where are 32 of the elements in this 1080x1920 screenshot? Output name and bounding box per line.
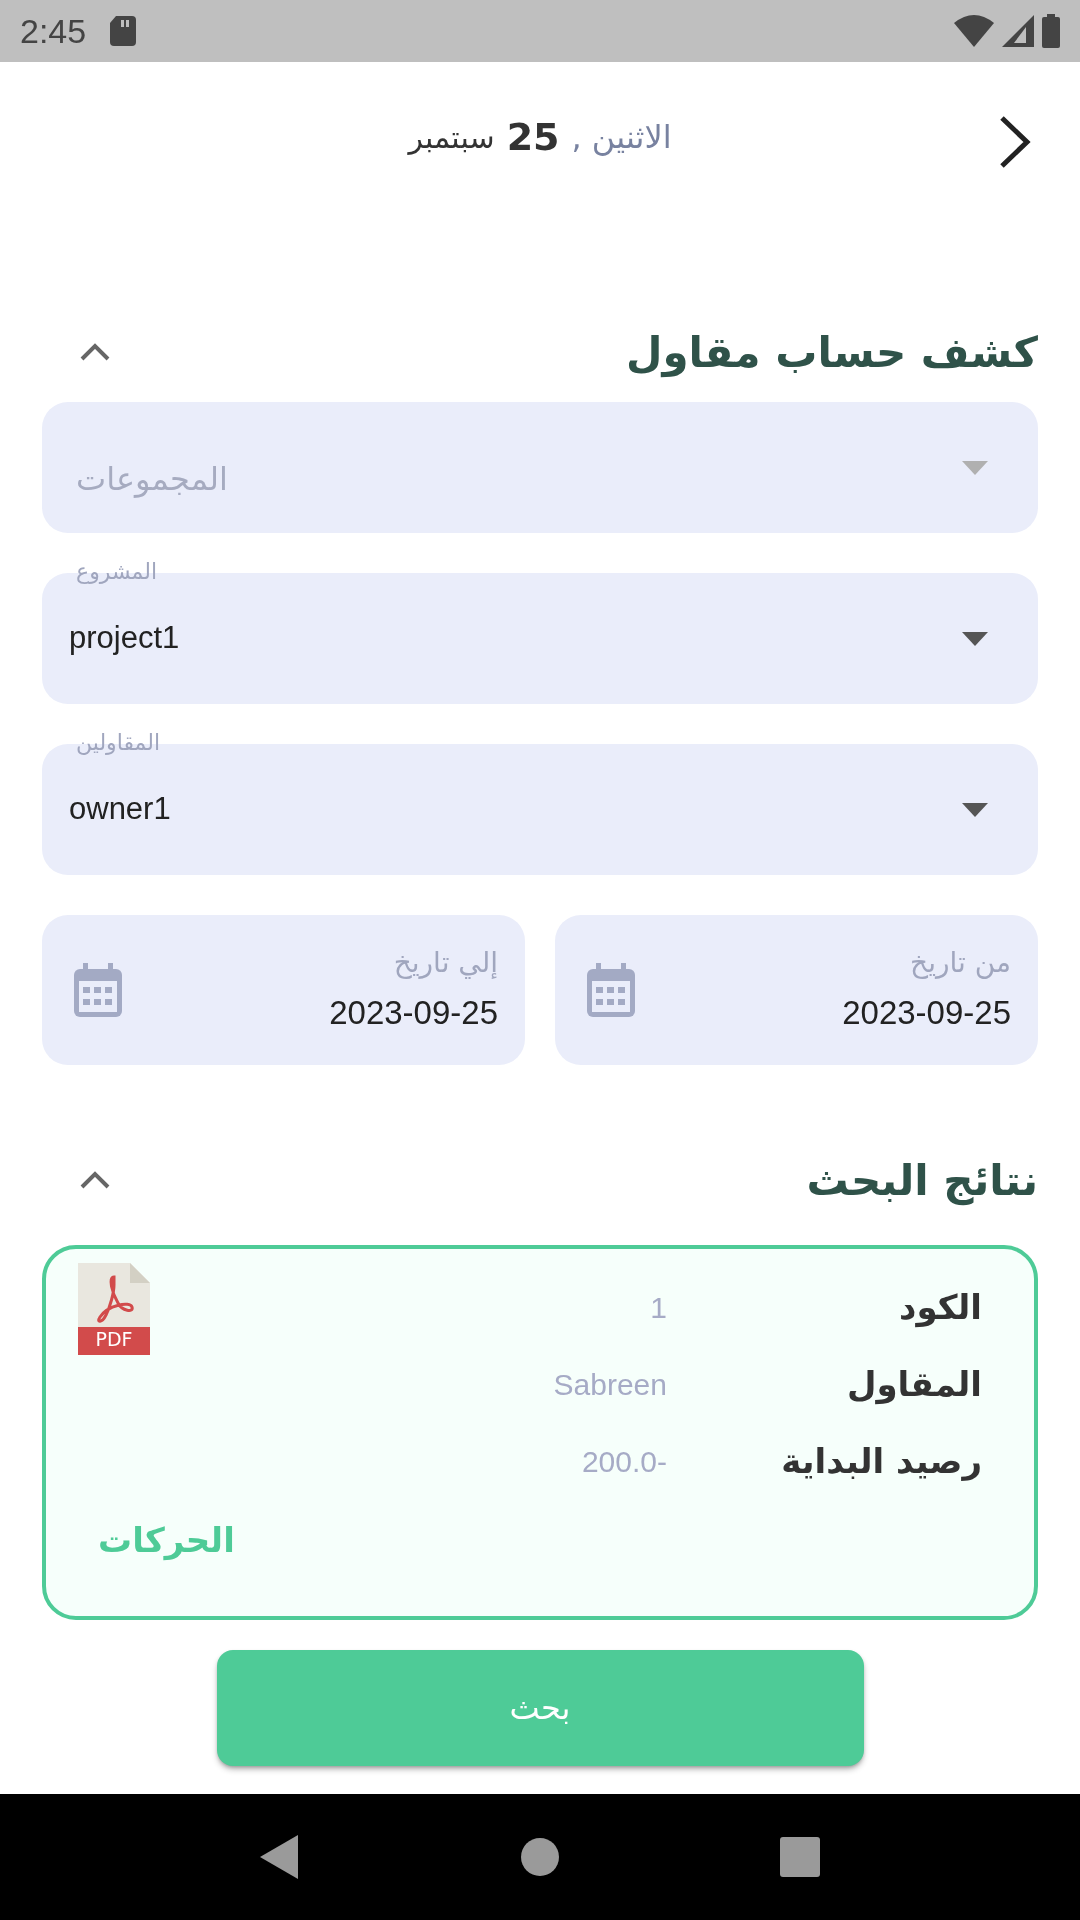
month-text: سبتمبر	[408, 118, 495, 157]
field-placeholder: المجموعات	[75, 458, 228, 500]
field-label: إلي تاريخ	[393, 945, 498, 982]
row-label: رصيد البداية	[780, 1440, 982, 1483]
pdf-label: PDF	[94, 1326, 134, 1352]
section-title: كشف حساب مقاول	[626, 326, 1038, 380]
row-label: المقاول	[845, 1363, 982, 1407]
field-label: من تاريخ	[910, 945, 1011, 982]
row-value: 200.0-	[581, 1444, 667, 1480]
pdf-file-icon[interactable]	[78, 1263, 150, 1355]
row-value: Sabreen	[553, 1367, 667, 1403]
clock-time: 2:45	[20, 10, 87, 52]
calendar-icon	[587, 963, 635, 1017]
date-value: 2023-09-25	[329, 993, 498, 1034]
sd-card-icon	[110, 16, 137, 46]
weekday-text: الاثنين ,	[571, 117, 672, 158]
row-value: 1	[650, 1290, 667, 1326]
dropdown-arrow-icon	[962, 460, 988, 475]
day-number: 25	[506, 113, 560, 161]
signal-icon	[1002, 15, 1034, 47]
battery-icon	[1042, 14, 1060, 48]
dropdown-arrow-icon	[962, 631, 988, 646]
field-value: project1	[69, 619, 180, 658]
back-icon[interactable]	[260, 1835, 300, 1879]
section-title: نتائج البحث	[806, 1154, 1038, 1208]
calendar-icon	[74, 963, 122, 1017]
row-label: الكود	[898, 1286, 982, 1330]
home-icon[interactable]	[520, 1837, 560, 1877]
field-value: owner1	[69, 790, 171, 829]
date-value: 2023-09-25	[842, 993, 1011, 1034]
dropdown-arrow-icon	[962, 802, 988, 817]
wifi-icon	[954, 15, 994, 47]
